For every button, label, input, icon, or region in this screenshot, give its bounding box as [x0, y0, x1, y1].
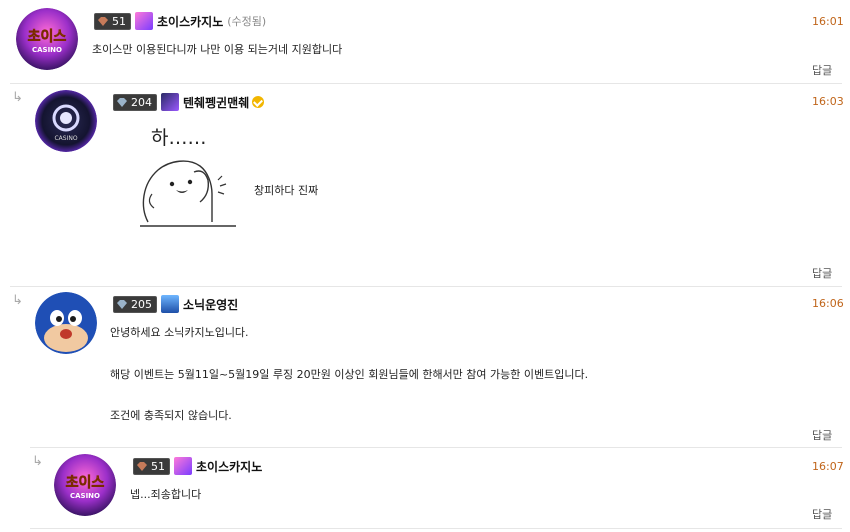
reply-arrow-icon: ↳ [12, 293, 23, 308]
rank-icon [161, 93, 179, 111]
comment-item: 초이스 CASINO 51 초이스카지노 (수정됨) 16:01 초이스만 이용… [0, 0, 850, 83]
nickname[interactable]: 초이스카지노 [157, 13, 223, 30]
gem-icon [136, 461, 148, 472]
comment-text: 안녕하세요 소닉카지노입니다. [110, 326, 249, 339]
svg-text:초이스: 초이스 [28, 28, 67, 45]
level-badge: 51 [133, 457, 170, 475]
level-badge: 204 [113, 93, 157, 111]
svg-text:CASINO: CASINO [54, 135, 77, 142]
sticker-image: 하…… [134, 122, 244, 232]
timestamp: 16:06 [812, 297, 844, 310]
svg-text:초이스: 초이스 [66, 474, 105, 491]
gem-icon [97, 16, 109, 27]
comment-item: ↳ CASINO 204 텐췌펭귄맨췌 16:03 하…… 창피하다 진짜 답글 [0, 84, 850, 286]
comment-text: 해당 이벤트는 5월11일~5월19일 루징 20만원 이상인 회원님들에 한해… [110, 368, 589, 381]
sticker-caption: 하…… [151, 127, 206, 149]
comment-item: ↳ 초이스 CASINO 51 초이스카지노 16:07 넵...죄송합니다 답… [0, 448, 850, 528]
nickname[interactable]: 초이스카지노 [196, 458, 262, 475]
reply-arrow-icon: ↳ [12, 90, 23, 105]
rank-icon [174, 457, 192, 475]
reply-arrow-icon: ↳ [32, 454, 43, 469]
verified-icon [252, 96, 265, 108]
rank-icon [161, 295, 179, 313]
comment-item: ↳ 205 소닉운영진 16:06 안녕하세요 소닉카지노입니다. 해당 이벤트… [0, 287, 850, 447]
timestamp: 16:03 [812, 95, 844, 108]
reply-button[interactable]: 답글 [812, 265, 832, 281]
gem-icon [116, 299, 128, 310]
avatar[interactable]: CASINO [35, 90, 97, 152]
level-badge: 51 [94, 12, 131, 30]
avatar[interactable] [35, 292, 97, 354]
nickname[interactable]: 텐췌펭귄맨췌 [183, 94, 249, 111]
comment-text: 창피하다 진짜 [254, 184, 319, 197]
timestamp: 16:01 [812, 15, 844, 28]
reply-button[interactable]: 답글 [812, 62, 832, 78]
avatar[interactable]: 초이스 CASINO [54, 454, 116, 516]
reply-button[interactable]: 답글 [812, 427, 832, 443]
gem-icon [116, 97, 128, 108]
avatar[interactable]: 초이스 CASINO [16, 8, 78, 70]
nickname[interactable]: 소닉운영진 [183, 296, 238, 313]
svg-text:CASINO: CASINO [70, 492, 100, 500]
reply-button[interactable]: 답글 [812, 506, 832, 522]
timestamp: 16:07 [812, 460, 844, 473]
comment-text: 초이스만 이용된다니까 나만 이용 되는거네 지원합니다 [92, 43, 343, 56]
comment-divider [30, 528, 842, 529]
svg-text:CASINO: CASINO [32, 46, 62, 54]
level-badge: 205 [113, 295, 157, 313]
rank-icon [135, 12, 153, 30]
comment-text: 조건에 충족되지 않습니다. [110, 409, 232, 422]
comment-text: 넵...죄송합니다 [130, 488, 202, 501]
edited-label: (수정됨) [227, 15, 267, 28]
